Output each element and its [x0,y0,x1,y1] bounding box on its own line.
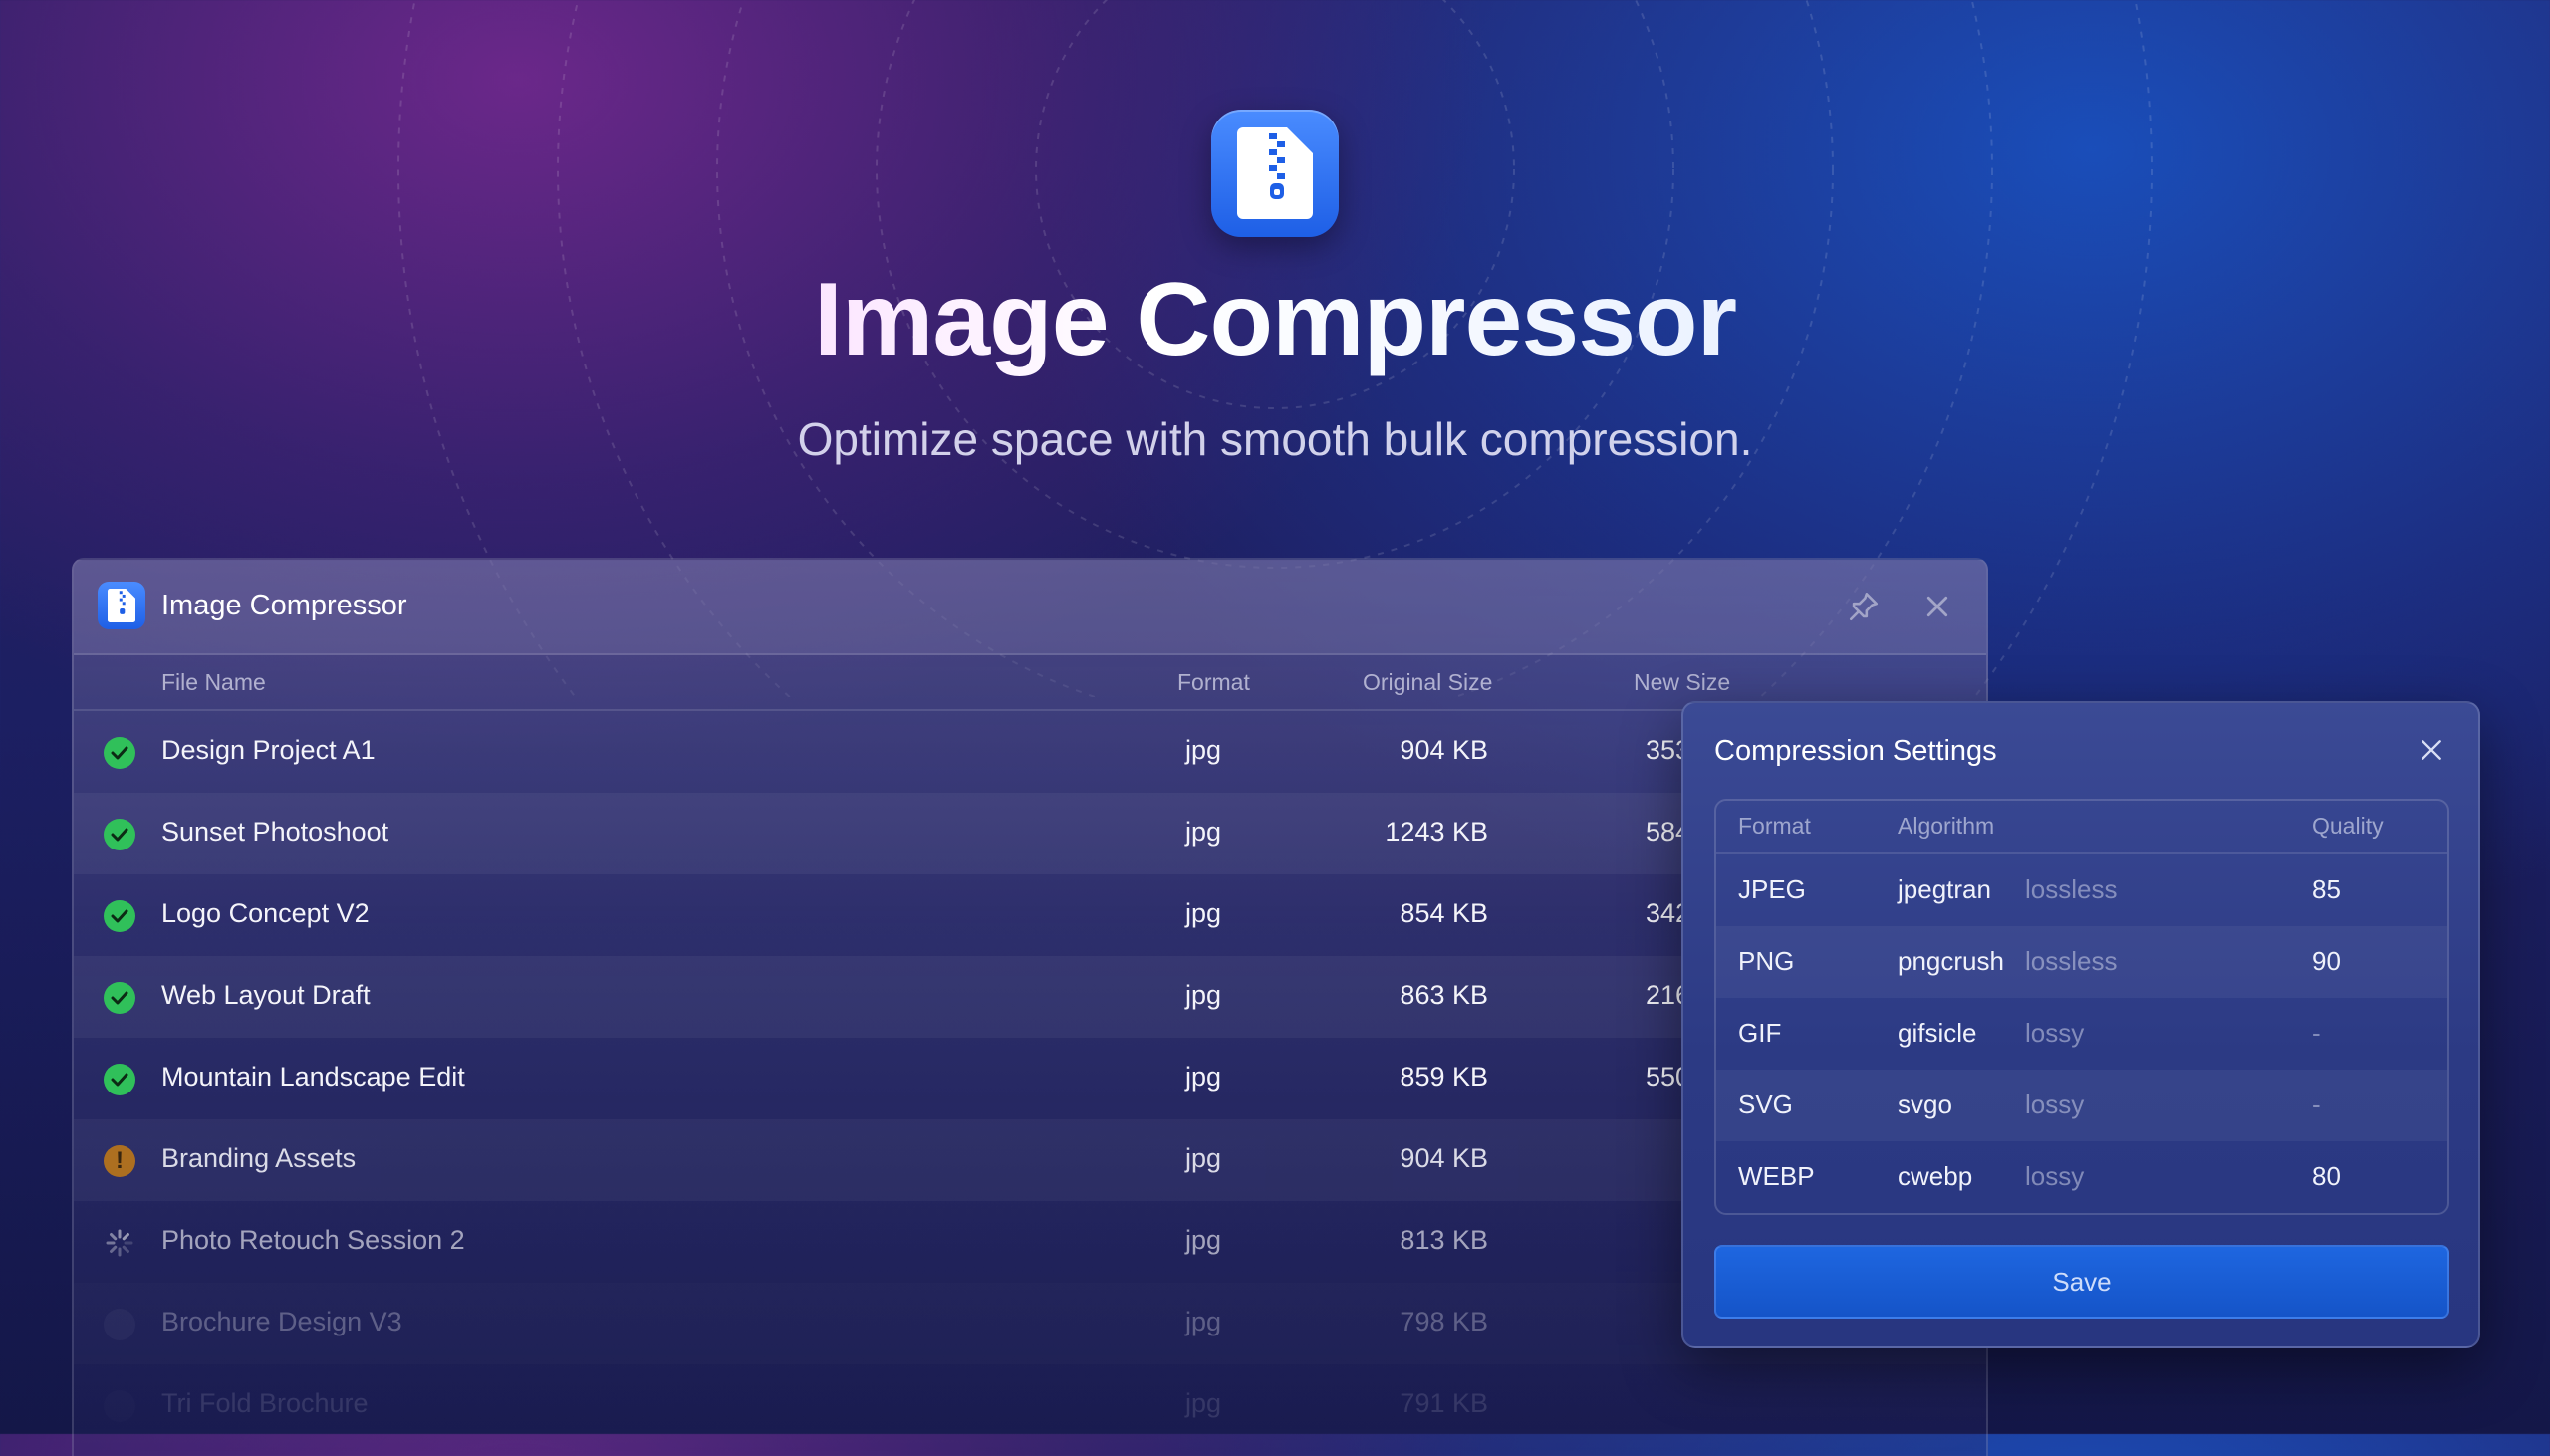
file-original-size: 859 KB [1400,1062,1488,1092]
compression-settings-panel: Compression Settings Format Algorithm Qu… [1681,701,2480,1348]
check-circle-icon [104,982,135,1014]
settings-column-quality: Quality [2312,813,2384,839]
settings-row[interactable]: JPEG jpegtran lossless 85 [1716,854,2447,926]
hero-title: Image Compressor [0,261,2550,379]
check-circle-icon [104,900,135,932]
clock-icon [104,1309,135,1340]
file-name: Sunset Photoshoot [161,817,389,847]
clock-icon [104,1390,135,1422]
settings-algorithm: pngcrush [1898,946,2004,976]
column-new-size[interactable]: New Size [1634,669,1730,696]
settings-algorithm: cwebp [1898,1161,1973,1191]
file-name: Logo Concept V2 [161,898,370,928]
settings-format: PNG [1738,946,1795,976]
column-file-name[interactable]: File Name [161,669,266,696]
file-name: Tri Fold Brochure [161,1388,369,1418]
check-circle-icon [104,1064,135,1095]
settings-algorithm: jpegtran [1898,874,1991,904]
settings-mode: lossy [2025,1090,2085,1119]
settings-row[interactable]: WEBP cwebp lossy 80 [1716,1141,2447,1213]
file-format: jpg [1184,1388,1221,1418]
save-button[interactable]: Save [1714,1245,2449,1319]
file-name: Photo Retouch Session 2 [161,1225,465,1255]
column-format[interactable]: Format [1177,669,1250,696]
window-titlebar: Image Compressor [74,560,1986,655]
file-original-size: 854 KB [1400,898,1488,928]
file-name: Brochure Design V3 [161,1307,402,1336]
window-app-icon [98,582,145,629]
file-format: jpg [1184,735,1221,765]
settings-format: WEBP [1738,1161,1815,1191]
settings-row[interactable]: PNG pngcrush lossless 90 [1716,926,2447,998]
column-original-size[interactable]: Original Size [1363,669,1492,696]
file-original-size: 791 KB [1400,1388,1488,1418]
file-name: Design Project A1 [161,735,376,765]
file-original-size: 1243 KB [1385,817,1488,847]
settings-mode: lossless [2025,946,2118,976]
file-original-size: 904 KB [1400,735,1488,765]
spinner-icon [104,1227,135,1259]
settings-algorithm: svgo [1898,1090,1952,1119]
settings-format: SVG [1738,1090,1793,1119]
window-close-icon[interactable] [1922,592,1952,621]
settings-mode: lossy [2025,1161,2085,1191]
file-original-size: 863 KB [1400,980,1488,1010]
settings-column-algorithm: Algorithm [1898,813,1995,839]
file-format: jpg [1184,1143,1221,1173]
file-format: jpg [1184,817,1221,847]
settings-algorithm: gifsicle [1898,1018,1977,1048]
file-format: jpg [1184,1307,1221,1336]
app-logo-icon [1211,110,1339,237]
close-icon[interactable] [2419,737,2444,763]
file-original-size: 813 KB [1400,1225,1488,1255]
file-format: jpg [1184,1225,1221,1255]
settings-mode: lossless [2025,874,2118,904]
settings-quality: 90 [2312,946,2341,976]
window-title: Image Compressor [161,590,407,621]
settings-format: GIF [1738,1018,1782,1048]
pin-icon[interactable] [1847,590,1881,623]
file-format: jpg [1184,898,1221,928]
settings-format: JPEG [1738,874,1806,904]
file-name: Branding Assets [161,1143,357,1173]
warning-icon: ! [104,1145,135,1177]
settings-mode: lossy [2025,1018,2085,1048]
settings-quality: - [2312,1090,2321,1119]
settings-quality: 85 [2312,874,2341,904]
settings-row[interactable]: SVG svgo lossy - [1716,1070,2447,1141]
file-original-size: 798 KB [1400,1307,1488,1336]
check-circle-icon [104,737,135,769]
file-name: Mountain Landscape Edit [161,1062,465,1092]
settings-quality: 80 [2312,1161,2341,1191]
settings-table-header: Format Algorithm Quality [1716,801,2447,854]
check-circle-icon [104,819,135,850]
settings-quality: - [2312,1018,2321,1048]
file-format: jpg [1184,980,1221,1010]
panel-title: Compression Settings [1714,735,1997,767]
hero-subtitle: Optimize space with smooth bulk compress… [797,413,1753,465]
file-format: jpg [1184,1062,1221,1092]
settings-row[interactable]: GIF gifsicle lossy - [1716,998,2447,1070]
settings-table: Format Algorithm Quality JPEG jpegtran los… [1714,799,2449,1215]
file-original-size: 904 KB [1400,1143,1488,1173]
settings-column-format: Format [1738,813,1811,839]
file-name: Web Layout Draft [161,980,371,1010]
